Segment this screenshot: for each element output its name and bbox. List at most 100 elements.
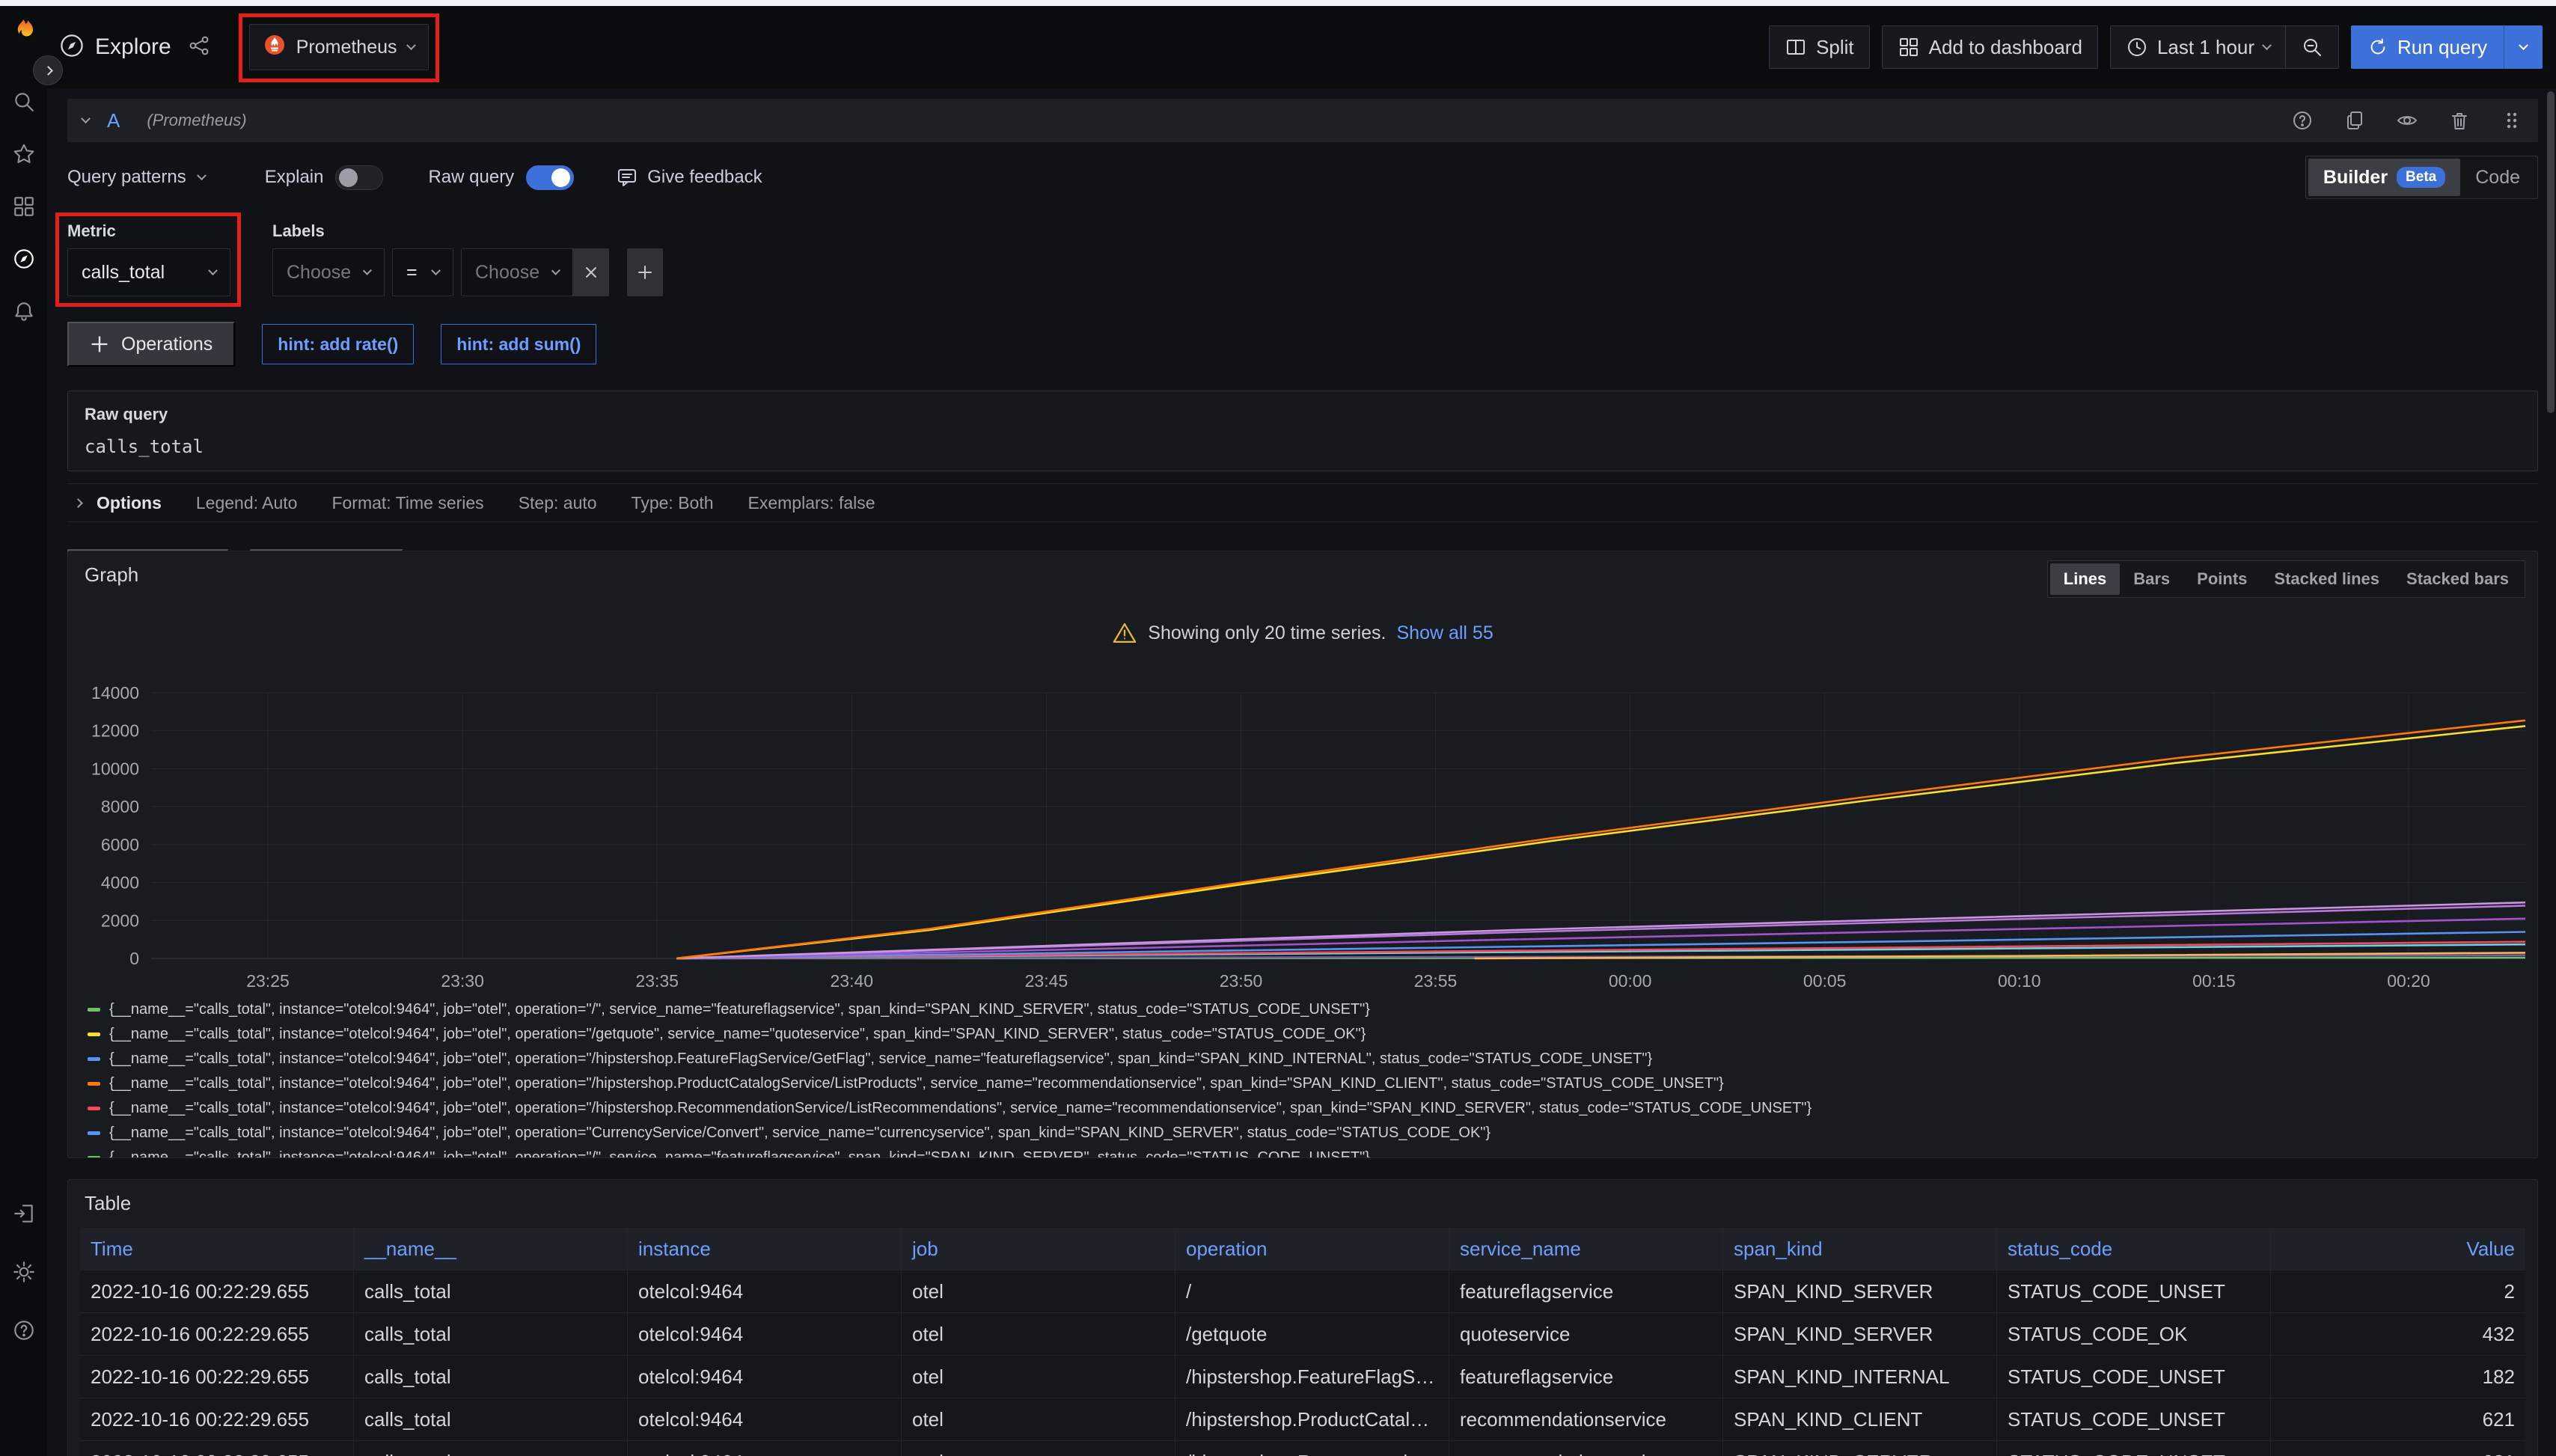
viz-mode-stacked-lines[interactable]: Stacked lines — [2260, 563, 2393, 595]
svg-text:10000: 10000 — [91, 759, 139, 778]
search-icon[interactable] — [10, 88, 37, 115]
viz-mode-stacked-bars[interactable]: Stacked bars — [2393, 563, 2522, 595]
svg-text:2000: 2000 — [101, 911, 139, 930]
legend-item[interactable]: {__name__="calls_total", instance="otelc… — [88, 1096, 2530, 1121]
time-range-label: Last 1 hour — [2157, 36, 2254, 59]
column-header-job[interactable]: job — [902, 1228, 1175, 1270]
builder-label: Builder — [2323, 167, 2388, 189]
legend-item[interactable]: {__name__="calls_total", instance="otelc… — [88, 1071, 2530, 1096]
scrollbar-thumb[interactable] — [2547, 91, 2555, 413]
hide-response-eye-icon[interactable] — [2396, 109, 2418, 132]
legend-label: {__name__="calls_total", instance="otelc… — [109, 1050, 1652, 1068]
table-cell: calls_total — [354, 1398, 628, 1441]
metric-select[interactable]: calls_total — [67, 248, 230, 296]
starred-icon[interactable] — [10, 141, 37, 168]
column-header-service-name[interactable]: service_name — [1449, 1228, 1723, 1270]
column-header-time[interactable]: Time — [80, 1228, 354, 1270]
table-cell: recommendationservice — [1449, 1398, 1723, 1441]
metric-label: Metric — [67, 221, 230, 241]
query-datasource-hint: (Prometheus) — [147, 111, 246, 130]
dashboards-icon[interactable] — [10, 193, 37, 220]
remove-label-filter-button[interactable] — [573, 248, 609, 296]
sidebar-expand-button[interactable] — [33, 55, 63, 85]
graph-panel: Graph LinesBarsPointsStacked linesStacke… — [67, 551, 2538, 1158]
legend-item-clipped[interactable]: {__name__="calls_total", instance="otelc… — [88, 1145, 2530, 1158]
option-type: Type: Both — [632, 493, 714, 513]
table-cell: calls_total — [354, 1441, 628, 1456]
zoom-out-icon — [2301, 36, 2323, 58]
label-value-select[interactable]: Choose — [461, 248, 573, 296]
add-label-filter-button[interactable] — [627, 248, 663, 296]
warning-text: Showing only 20 time series. — [1148, 623, 1386, 644]
split-button[interactable]: Split — [1769, 25, 1870, 69]
label-operator-select[interactable]: = — [392, 248, 453, 296]
time-series-chart[interactable]: 0200040006000800010000120001400023:2523:… — [80, 674, 2527, 996]
sign-in-icon[interactable] — [10, 1200, 37, 1227]
run-query-dropdown[interactable] — [2504, 25, 2543, 69]
column-header---name--[interactable]: __name__ — [354, 1228, 628, 1270]
hint-add-rate-button[interactable]: hint: add rate() — [262, 324, 414, 364]
options-label: Options — [97, 493, 162, 513]
svg-text:4000: 4000 — [101, 873, 139, 893]
run-query-button[interactable]: Run query — [2351, 25, 2543, 69]
legend-item[interactable]: {__name__="calls_total", instance="otelc… — [88, 1047, 2530, 1071]
builder-mode-tab[interactable]: Builder Beta — [2308, 159, 2460, 196]
column-header-status-code[interactable]: status_code — [1997, 1228, 2271, 1270]
clock-icon — [2126, 36, 2148, 58]
add-to-dashboard-button[interactable]: Add to dashboard — [1882, 25, 2098, 69]
table-cell: STATUS_CODE_UNSET — [1997, 1356, 2271, 1398]
column-header-span-kind[interactable]: span_kind — [1723, 1228, 1997, 1270]
raw-query-toggle[interactable] — [526, 165, 574, 190]
add-operation-button[interactable]: Operations — [67, 322, 235, 367]
builder-fields: Metric calls_total Labels Choose = — [67, 221, 2538, 296]
sidebar — [0, 6, 47, 1456]
option-format: Format: Time series — [331, 493, 483, 513]
column-header-value[interactable]: Value — [2271, 1228, 2525, 1270]
table-cell: otel — [902, 1313, 1175, 1356]
help-icon[interactable] — [10, 1317, 37, 1344]
graph-legend: {__name__="calls_total", instance="otelc… — [88, 997, 2530, 1158]
copy-query-icon[interactable] — [2343, 109, 2366, 132]
table-cell: calls_total — [354, 1270, 628, 1313]
query-help-icon[interactable] — [2291, 109, 2314, 132]
table-cell: 2022-10-16 00:22:29.655 — [80, 1398, 354, 1441]
add-to-dashboard-label: Add to dashboard — [1929, 36, 2082, 59]
viz-mode-lines[interactable]: Lines — [2050, 563, 2120, 595]
show-all-series-link[interactable]: Show all 55 — [1396, 623, 1493, 644]
remove-query-trash-icon[interactable] — [2448, 109, 2471, 132]
datasource-picker[interactable]: Prometheus — [249, 24, 429, 70]
code-mode-tab[interactable]: Code — [2460, 159, 2535, 196]
zoom-out-time-button[interactable] — [2286, 25, 2339, 69]
hint-add-sum-button[interactable]: hint: add sum() — [441, 324, 596, 364]
legend-swatch — [88, 1107, 100, 1110]
comment-icon — [616, 166, 638, 189]
label-key-select[interactable]: Choose — [272, 248, 385, 296]
legend-label: {__name__="calls_total", instance="otelc… — [109, 1100, 1811, 1117]
configuration-gear-icon[interactable] — [10, 1258, 37, 1285]
legend-item[interactable]: {__name__="calls_total", instance="otelc… — [88, 1121, 2530, 1145]
viz-mode-bars[interactable]: Bars — [2120, 563, 2183, 595]
table-cell: SPAN_KIND_SERVER — [1723, 1270, 1997, 1313]
drag-handle-icon[interactable] — [2501, 109, 2523, 132]
give-feedback-button[interactable]: Give feedback — [616, 166, 762, 189]
table-cell: SPAN_KIND_INTERNAL — [1723, 1356, 1997, 1398]
label-value-placeholder: Choose — [475, 262, 539, 284]
table-cell: 2022-10-16 00:22:29.655 — [80, 1356, 354, 1398]
alerting-bell-icon[interactable] — [10, 298, 37, 325]
options-expander[interactable]: Options — [75, 493, 162, 513]
collapse-chevron-icon[interactable] — [81, 114, 91, 123]
legend-item[interactable]: {__name__="calls_total", instance="otelc… — [88, 1022, 2530, 1047]
column-header-instance[interactable]: instance — [628, 1228, 902, 1270]
column-header-operation[interactable]: operation — [1175, 1228, 1449, 1270]
grafana-logo[interactable] — [10, 15, 37, 42]
run-query-label: Run query — [2397, 36, 2487, 59]
share-icon[interactable] — [188, 34, 210, 61]
explore-compass-icon[interactable] — [10, 245, 37, 272]
svg-text:23:30: 23:30 — [441, 971, 484, 991]
table-cell: otelcol:9464 — [628, 1441, 902, 1456]
time-range-picker[interactable]: Last 1 hour — [2110, 25, 2286, 69]
query-patterns-button[interactable]: Query patterns — [67, 167, 205, 188]
viz-mode-points[interactable]: Points — [2183, 563, 2260, 595]
explain-toggle[interactable] — [335, 165, 383, 190]
legend-item[interactable]: {__name__="calls_total", instance="otelc… — [88, 997, 2530, 1022]
